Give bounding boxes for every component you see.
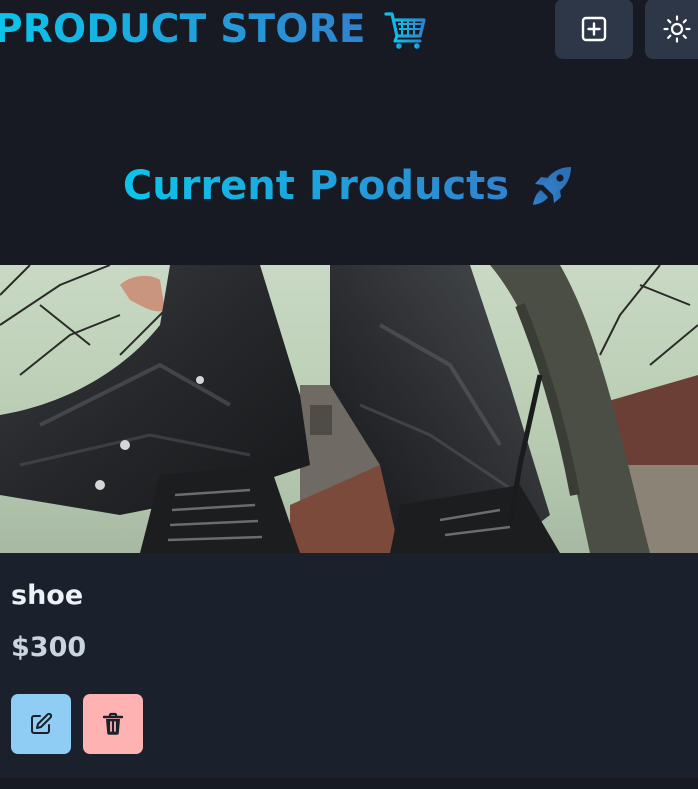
page-title: Current Products [123,158,509,214]
delete-product-button[interactable] [83,694,143,754]
page-bottom [0,778,698,789]
product-name: shoe [11,580,84,611]
shopping-cart-icon [384,12,426,49]
rocket-icon [533,167,572,205]
edit-icon [31,712,53,734]
product-image [0,265,698,553]
product-price: $300 [11,632,87,663]
section-heading: Current Products [0,158,698,214]
edit-product-button[interactable] [11,694,71,754]
brand-logo[interactable]: PRODUCT STORE [0,6,428,54]
product-info: shoe $300 [0,553,698,778]
add-product-button[interactable] [555,0,633,59]
theme-toggle-button[interactable] [645,0,698,59]
trash-icon [102,712,124,735]
product-card: shoe $300 [0,265,698,778]
plus-square-icon [581,16,607,42]
brand-title[interactable]: PRODUCT STORE [0,6,366,54]
sun-icon [663,15,691,43]
